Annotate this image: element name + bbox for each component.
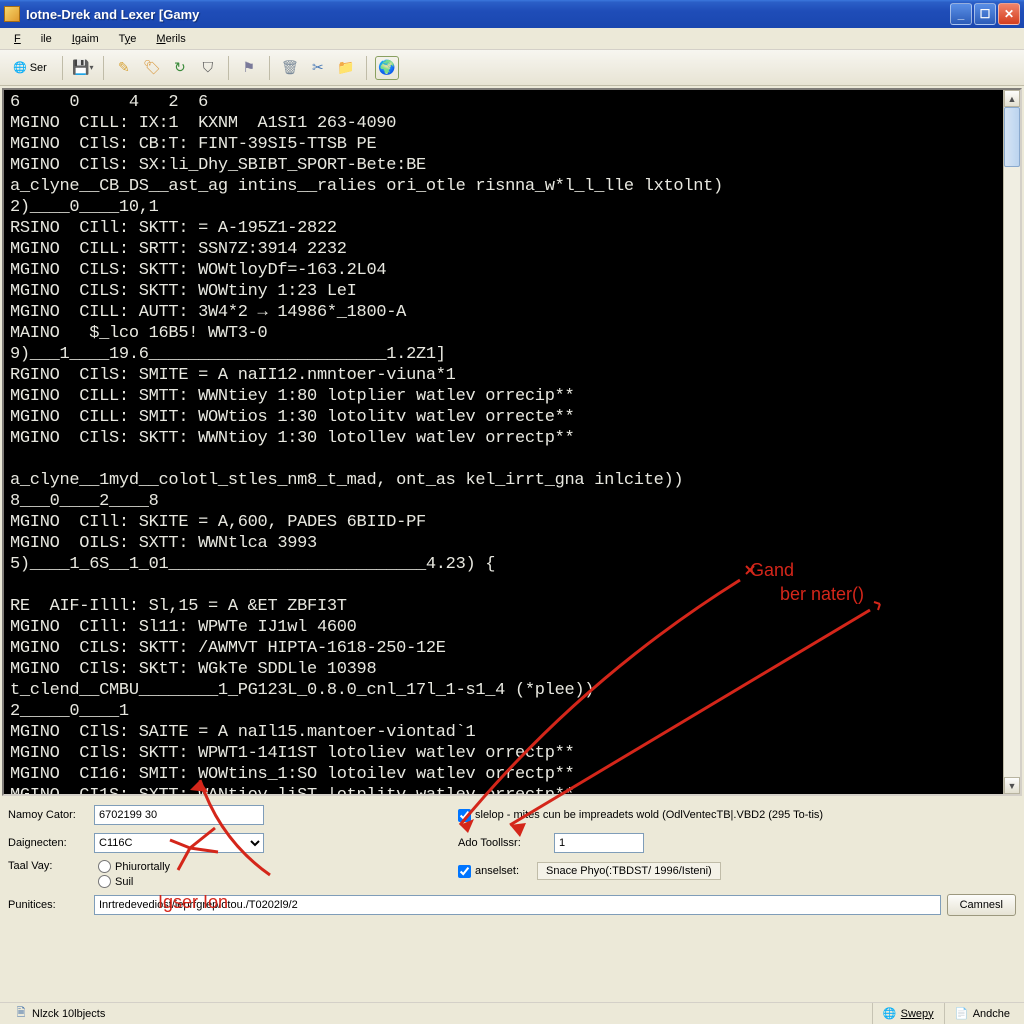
daignecten-select[interactable]: C116C [94, 833, 264, 853]
menu-merils[interactable]: Merils [146, 31, 195, 47]
flag-button[interactable]: ⚑ [237, 56, 261, 80]
tag-icon: 🏷 [143, 59, 161, 76]
scroll-up-arrow[interactable]: ▲ [1004, 90, 1020, 107]
menu-igaim[interactable]: Igaim [62, 31, 109, 47]
run-button[interactable]: 🌍 [375, 56, 399, 80]
folder-icon: 📁 [337, 59, 354, 76]
slelop-checkbox[interactable]: slelop - mites cun be impreadets wold (O… [458, 809, 823, 822]
doc-icon: 📄 [955, 1007, 969, 1021]
close-button[interactable]: ✕ [998, 3, 1020, 25]
punitices-label: Punitices: [8, 899, 88, 911]
snace-display: Snace Phyo(:TBDST/ 1996/Isteni) [537, 862, 721, 880]
run-icon: 🌍 [378, 59, 395, 76]
namoy-cator-row: Namoy Cator: [8, 804, 438, 826]
daignecten-label: Daignecten: [8, 837, 88, 849]
status-swepy[interactable]: 🌐 Swepy [872, 1003, 944, 1024]
shield-button[interactable]: ⛉ [196, 56, 220, 80]
taal-vay-radios: Phiurortally Suil [98, 860, 170, 888]
trash-button[interactable]: 🗑 [278, 56, 302, 80]
app-icon [4, 6, 20, 22]
radio-phiurortally[interactable]: Phiurortally [98, 860, 170, 873]
tag-button[interactable]: 🏷 [140, 56, 164, 80]
window-controls: _ ☐ ✕ [950, 3, 1020, 25]
console-output: 6 0 4 2 6 MGINO CILL: IX:1 KXNM A1SI1 26… [4, 90, 1003, 794]
status-andche[interactable]: 📄 Andche [944, 1003, 1020, 1024]
namoy-cator-label: Namoy Cator: [8, 809, 88, 821]
menubar: File Igaim Tye Merils [0, 28, 1024, 50]
save-button[interactable]: 💾▾ [71, 56, 95, 80]
taal-vay-row: Taal Vay: Phiurortally Suil [8, 860, 438, 888]
scroll-thumb[interactable] [1004, 107, 1020, 167]
camnesl-button[interactable]: Camnesl [947, 894, 1016, 916]
slelop-row: slelop - mites cun be impreadets wold (O… [458, 804, 1016, 826]
cut-icon: ✂ [312, 59, 324, 76]
menu-tye[interactable]: Tye [109, 31, 147, 47]
separator [103, 56, 104, 80]
menu-file[interactable]: File [4, 31, 62, 47]
refresh-button[interactable]: ↻ [168, 56, 192, 80]
disk-icon: 💾 [72, 59, 89, 76]
console-panel: 6 0 4 2 6 MGINO CILL: IX:1 KXNM A1SI1 26… [2, 88, 1022, 796]
scroll-down-arrow[interactable]: ▼ [1004, 777, 1020, 794]
ser-label: Ser [30, 62, 47, 74]
punitices-input[interactable] [94, 895, 941, 915]
maximize-button[interactable]: ☐ [974, 3, 996, 25]
cut-button[interactable]: ✂ [306, 56, 330, 80]
toolbar: 🌐 Ser 💾▾ ✎ 🏷 ↻ ⛉ ⚑ 🗑 ✂ 📁 🌍 [0, 50, 1024, 86]
status-left: 🗎 Nlzck 10lbjects [4, 1003, 115, 1024]
vertical-scrollbar[interactable]: ▲ ▼ [1003, 90, 1020, 794]
separator [228, 56, 229, 80]
ser-button[interactable]: 🌐 Ser [6, 56, 54, 80]
anselset-label: anselset: [475, 865, 519, 877]
daignecten-row: Daignecten: C116C [8, 832, 438, 854]
anselset-row: anselset: Snace Phyo(:TBDST/ 1996/Isteni… [458, 860, 1016, 882]
namoy-cator-input[interactable] [94, 805, 264, 825]
pencil-button[interactable]: ✎ [112, 56, 136, 80]
anselset-check-input[interactable] [458, 865, 471, 878]
slelop-label: slelop - mites cun be impreadets wold (O… [475, 809, 823, 821]
refresh-icon: ↻ [174, 59, 186, 76]
globe-small-icon: 🌐 [883, 1007, 897, 1021]
form-panel: Namoy Cator: slelop - mites cun be impre… [0, 798, 1024, 922]
taal-vay-label: Taal Vay: [8, 860, 88, 872]
folder-button[interactable]: 📁 [334, 56, 358, 80]
minimize-button[interactable]: _ [950, 3, 972, 25]
slelop-check-input[interactable] [458, 809, 471, 822]
trash-icon: 🗑 [281, 59, 299, 76]
punitices-row: Punitices: Camnesl [8, 894, 1016, 916]
globe-icon: 🌐 [13, 61, 27, 74]
window-title: Iotne-Drek and Lexer [Gamy [26, 7, 950, 22]
ado-tool-input[interactable] [554, 833, 644, 853]
scroll-track[interactable] [1004, 107, 1020, 777]
radio-suil[interactable]: Suil [98, 875, 170, 888]
separator [269, 56, 270, 80]
titlebar: Iotne-Drek and Lexer [Gamy _ ☐ ✕ [0, 0, 1024, 28]
shield-icon: ⛉ [203, 59, 214, 76]
statusbar: 🗎 Nlzck 10lbjects 🌐 Swepy 📄 Andche [0, 1002, 1024, 1024]
anselset-checkbox[interactable]: anselset: [458, 865, 519, 878]
ado-tool-row: Ado Toollssr: [458, 832, 1016, 854]
separator [62, 56, 63, 80]
info-icon: 🗎 [14, 1007, 28, 1021]
ado-tool-label: Ado Toollssr: [458, 837, 548, 849]
separator [366, 56, 367, 80]
flag-icon: ⚑ [243, 59, 256, 76]
pencil-icon: ✎ [118, 59, 130, 76]
